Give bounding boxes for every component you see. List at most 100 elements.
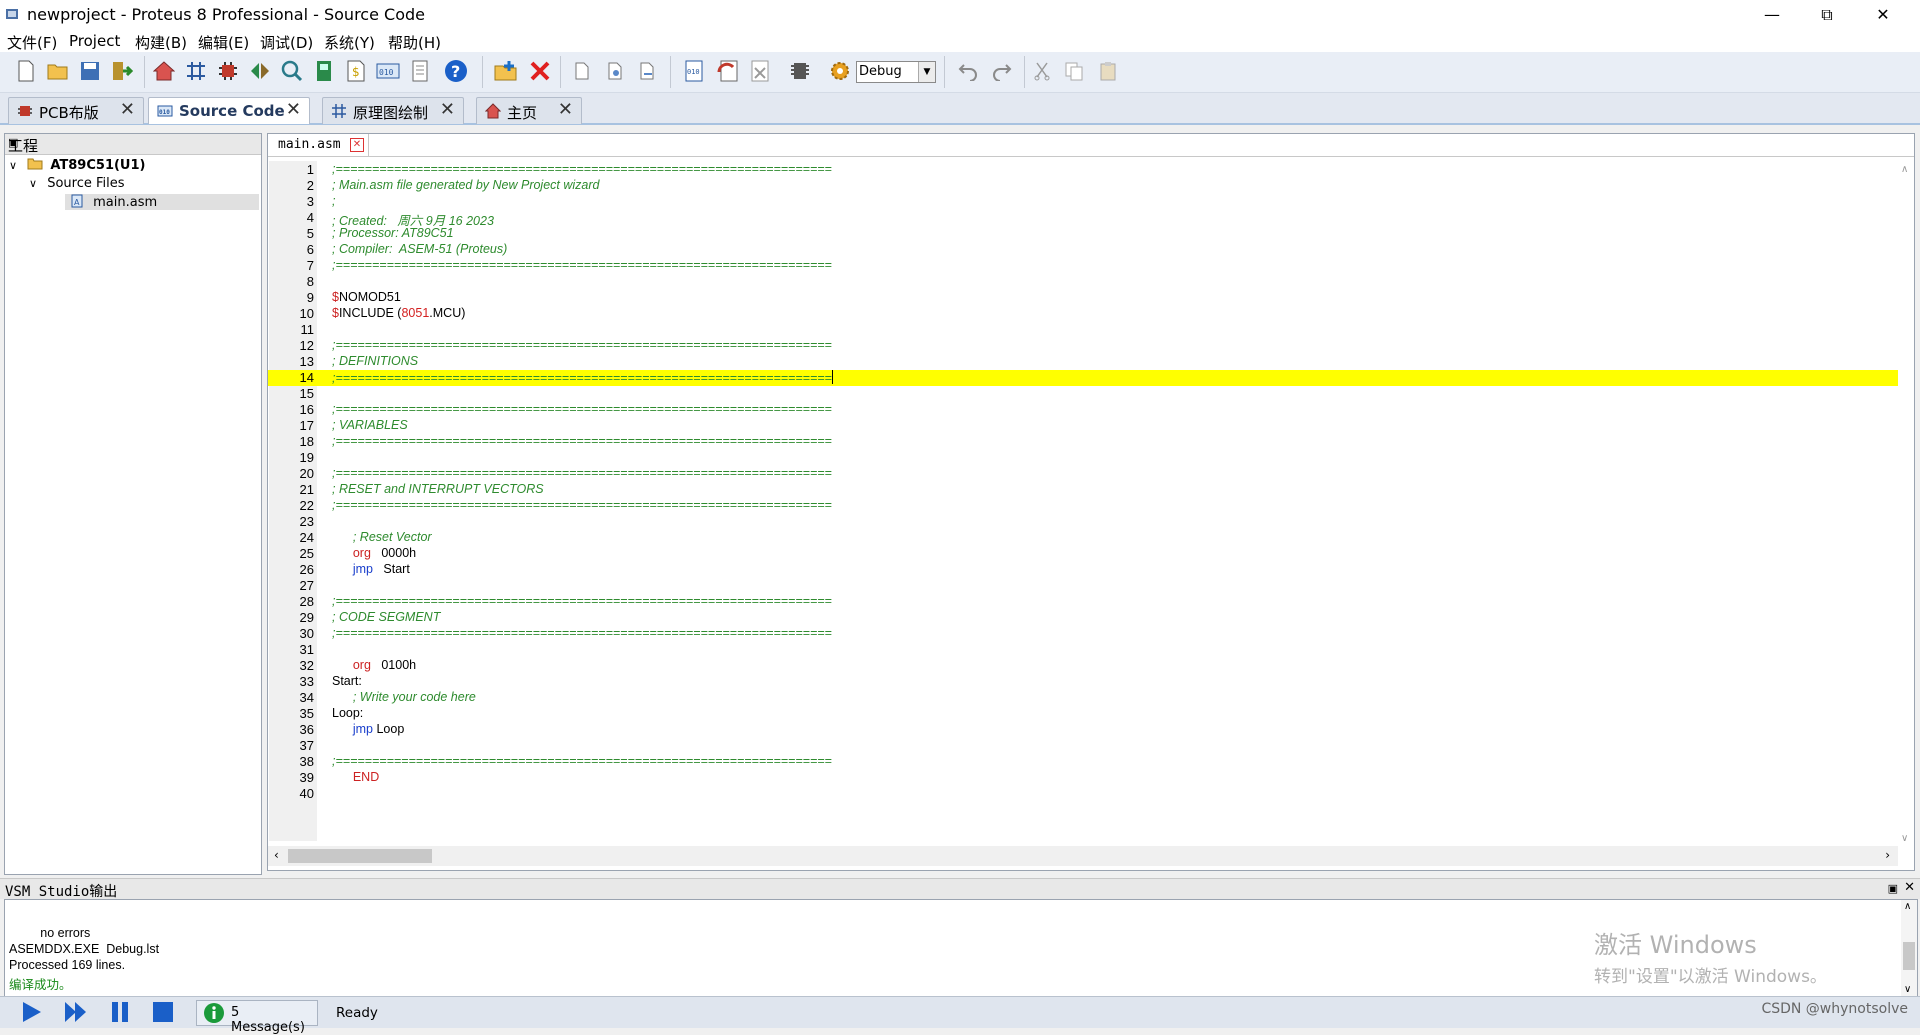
pin-icon[interactable]: ▣	[1888, 882, 1898, 895]
code-line[interactable]: 9 $NOMOD51	[268, 290, 1898, 306]
code-line[interactable]: 33 Start:	[268, 674, 1898, 690]
close-project-icon[interactable]	[110, 59, 134, 83]
expand-chevron-icon[interactable]: ∨	[29, 177, 37, 190]
output-vertical-scrollbar[interactable]: ∧ ∨	[1901, 900, 1917, 996]
code-line[interactable]: 34 ; Write your code here	[268, 690, 1898, 706]
close-panel-icon[interactable]: ✕	[1904, 880, 1915, 895]
code-line[interactable]: 2 ; Main.asm file generated by New Projec…	[268, 178, 1898, 194]
copy-icon[interactable]	[1062, 59, 1086, 83]
remove-file-icon[interactable]	[528, 59, 552, 83]
tab-close-icon[interactable]: ✕	[558, 99, 573, 120]
code-line[interactable]: 32 org 0100h	[268, 658, 1898, 674]
menu-debug[interactable]: 调试(D)	[260, 32, 313, 53]
code-line[interactable]: 22 ;=====================================…	[268, 498, 1898, 514]
code-line[interactable]: 8	[268, 274, 1898, 290]
code-line[interactable]: 25 org 0000h	[268, 546, 1898, 562]
code-line[interactable]: 35 Loop:	[268, 706, 1898, 722]
code-line[interactable]: 28 ;=====================================…	[268, 594, 1898, 610]
code-line[interactable]: 1 ;======================================…	[268, 162, 1898, 178]
settings-gear-icon[interactable]	[828, 59, 852, 83]
code-line[interactable]: 37	[268, 738, 1898, 754]
code-line[interactable]: 21 ; RESET and INTERRUPT VECTORS	[268, 482, 1898, 498]
notes-icon[interactable]	[408, 59, 432, 83]
code-line[interactable]: 38 ;=====================================…	[268, 754, 1898, 770]
code-line[interactable]: 40	[268, 786, 1898, 802]
code-line[interactable]: 4; Created: 周六 9月 16 2023	[268, 210, 1898, 228]
code-line[interactable]: 31	[268, 642, 1898, 658]
code-line[interactable]: 13 ; DEFINITIONS	[268, 354, 1898, 370]
build-project-icon[interactable]: 010	[682, 59, 706, 83]
code-line[interactable]: 36 jmp Loop	[268, 722, 1898, 738]
tab-home[interactable]: 主页 ✕	[476, 97, 582, 124]
tab-schematic[interactable]: 原理图绘制 ✕	[322, 97, 464, 124]
scroll-up-icon[interactable]: ∧	[1904, 901, 1911, 912]
rebuild-project-icon[interactable]	[716, 59, 740, 83]
code-line[interactable]: 3;	[268, 194, 1898, 210]
minimize-button[interactable]: —	[1749, 0, 1795, 30]
design-explorer-icon[interactable]	[312, 59, 336, 83]
chip-icon[interactable]	[788, 59, 812, 83]
code-line[interactable]: 19	[268, 450, 1898, 466]
pin-icon[interactable]: ▣	[8, 136, 257, 149]
code-line[interactable]: 5 ; Processor: AT89C51	[268, 226, 1898, 242]
horizontal-scrollbar[interactable]: ‹ ›	[268, 846, 1898, 866]
code-line[interactable]: 39 END	[268, 770, 1898, 786]
code-line[interactable]: 29 ; CODE SEGMENT	[268, 610, 1898, 626]
menu-edit[interactable]: 编辑(E)	[198, 32, 249, 53]
code-line[interactable]: 24 ; Reset Vector	[268, 530, 1898, 546]
code-line[interactable]: 10 $INCLUDE (8051.MCU)	[268, 306, 1898, 322]
3d-visualizer-icon[interactable]	[248, 59, 272, 83]
bill-of-materials-icon[interactable]: $	[344, 59, 368, 83]
code-line[interactable]: 7 ;======================================…	[268, 258, 1898, 274]
restore-button[interactable]: ⧉	[1804, 0, 1850, 30]
code-line[interactable]: 11	[268, 322, 1898, 338]
tab-source-code[interactable]: 010 Source Code ✕	[148, 97, 310, 124]
code-line[interactable]: 6 ; Compiler: ASEM-51 (Proteus)	[268, 242, 1898, 258]
code-line[interactable]: 17 ; VARIABLES	[268, 418, 1898, 434]
scroll-left-icon[interactable]: ‹	[274, 848, 279, 862]
menu-build[interactable]: 构建(B)	[135, 32, 187, 53]
code-line-current[interactable]: 14 ;=====================================…	[268, 370, 1898, 386]
menu-project[interactable]: Project	[69, 32, 120, 50]
doc-tab-main-asm[interactable]: main.asm ✕	[268, 134, 369, 157]
build-config-select[interactable]: Debug ▼	[856, 61, 936, 83]
pause-button[interactable]	[106, 1000, 134, 1024]
code-line[interactable]: 23	[268, 514, 1898, 530]
gerber-viewer-icon[interactable]	[280, 59, 304, 83]
paste-icon[interactable]	[1096, 59, 1120, 83]
tab-pcb[interactable]: PCB布版 ✕	[8, 97, 144, 124]
open-project-icon[interactable]	[46, 59, 70, 83]
code-line[interactable]: 15	[268, 386, 1898, 402]
menu-file[interactable]: 文件(F)	[7, 32, 57, 53]
tab-close-icon[interactable]: ✕	[440, 99, 455, 120]
code-line[interactable]: 26 jmp Start	[268, 562, 1898, 578]
code-line[interactable]: 20 ;=====================================…	[268, 466, 1898, 482]
scroll-down-icon[interactable]: ∨	[1904, 984, 1911, 995]
export-file-icon[interactable]	[636, 59, 660, 83]
new-file-icon[interactable]	[570, 59, 594, 83]
scroll-down-icon[interactable]: ∨	[1901, 833, 1908, 844]
vertical-scrollbar[interactable]: ∧ ∨	[1898, 162, 1914, 846]
tree-node-root[interactable]: ∨ AT89C51(U1)	[9, 158, 145, 173]
code-line[interactable]: 18 ;=====================================…	[268, 434, 1898, 450]
source-code-tb-icon[interactable]: 010	[376, 59, 400, 83]
menu-system[interactable]: 系统(Y)	[324, 32, 375, 53]
save-project-icon[interactable]	[78, 59, 102, 83]
horizontal-scroll-thumb[interactable]	[288, 849, 432, 863]
output-scroll-thumb[interactable]	[1903, 942, 1915, 970]
redo-icon[interactable]	[990, 59, 1014, 83]
help-icon[interactable]: ?	[444, 59, 468, 83]
tab-close-icon[interactable]: ✕	[286, 99, 301, 120]
import-file-icon[interactable]	[604, 59, 628, 83]
code-text-area[interactable]: 1 ;======================================…	[268, 162, 1898, 842]
code-line[interactable]: 27	[268, 578, 1898, 594]
schematic-capture-icon[interactable]	[184, 59, 208, 83]
code-line[interactable]: 12 ;=====================================…	[268, 338, 1898, 354]
scroll-right-icon[interactable]: ›	[1885, 848, 1890, 862]
cut-icon[interactable]	[1030, 59, 1054, 83]
undo-icon[interactable]	[956, 59, 980, 83]
close-window-button[interactable]: ✕	[1860, 0, 1906, 30]
tree-node-file[interactable]: A main.asm	[65, 194, 259, 210]
messages-button[interactable]: 5 Message(s)	[196, 1000, 318, 1035]
clean-project-icon[interactable]	[748, 59, 772, 83]
